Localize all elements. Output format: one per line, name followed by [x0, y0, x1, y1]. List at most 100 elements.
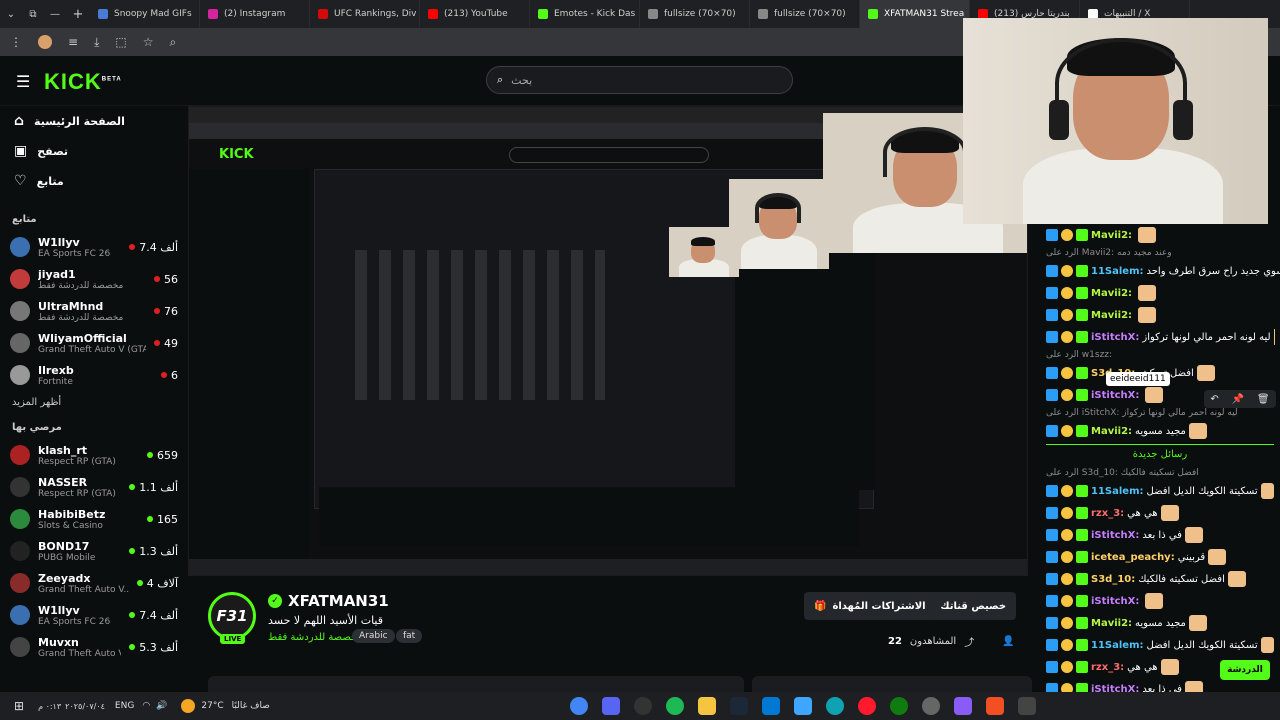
pin-icon[interactable]: 📌: [1232, 394, 1244, 405]
channel-row[interactable]: Ilrexb Fortnite 6: [0, 359, 188, 391]
spotify-icon[interactable]: [665, 697, 684, 715]
chat-message[interactable]: iStitchX: في ذا بعد: [1040, 678, 1280, 692]
chat-username[interactable]: Mavii2:: [1091, 288, 1132, 299]
discord-icon[interactable]: [601, 697, 620, 715]
channel-row[interactable]: NASSER Respect RP (GTA) 1.1 ألف: [0, 471, 188, 503]
channel-row[interactable]: W1llyv EA Sports FC 26 7.4 ألف: [0, 599, 188, 631]
chat-username[interactable]: Mavii2:: [1091, 426, 1132, 437]
chat-username[interactable]: Mavii2:: [1091, 310, 1132, 321]
browser-tab[interactable]: fullsize (70×70): [640, 0, 750, 28]
kick-logo[interactable]: KICKBETA: [44, 69, 122, 95]
wifi-icon[interactable]: ◠: [142, 701, 150, 711]
chat-username[interactable]: 11Salem:: [1091, 640, 1144, 651]
stream-category[interactable]: مخصصة للدردشة فقط: [268, 632, 363, 643]
chat-username[interactable]: icetea_peachy:: [1091, 552, 1175, 563]
chat-username[interactable]: Mavii2:: [1091, 230, 1132, 241]
chat-username[interactable]: iStitchX:: [1091, 332, 1139, 343]
chat-username[interactable]: 11Salem:: [1091, 266, 1144, 277]
search-engine-icon[interactable]: ⌕: [169, 35, 176, 50]
chat-username[interactable]: 11Salem:: [1091, 486, 1144, 497]
stream-video-player[interactable]: KICK: [188, 106, 1028, 576]
tab-grid-icon[interactable]: ⧉: [22, 9, 44, 20]
chat-username[interactable]: iStitchX:: [1091, 684, 1139, 693]
menu-dots-icon[interactable]: ⋮: [10, 35, 22, 49]
chat-message[interactable]: icetea_peachy: قربيني: [1040, 546, 1280, 568]
profile-avatar[interactable]: [38, 35, 52, 49]
chat-message[interactable]: 11Salem: تسكيتة الكويك الديل افضل: [1040, 480, 1280, 502]
channel-row[interactable]: jiyad1 مخصصة للدردشة فقط 56: [0, 263, 188, 295]
channel-avatar[interactable]: F31: [208, 592, 256, 640]
follow-user-icon[interactable]: 👤: [1002, 636, 1014, 647]
chat-message[interactable]: iStitchX:: [1040, 590, 1280, 612]
reading-list-icon[interactable]: ≡: [68, 35, 78, 49]
browser-tab[interactable]: (213) YouTube: [420, 0, 530, 28]
browser-tab[interactable]: UFC Rankings, Div: [310, 0, 420, 28]
nav-item[interactable]: ▣ تصفح: [0, 136, 188, 166]
channel-row[interactable]: klash_rt Respect RP (GTA) 659: [0, 439, 188, 471]
tab-search-icon[interactable]: ⌄: [0, 9, 22, 20]
extensions-icon[interactable]: ⬚: [115, 35, 126, 49]
browser-tab[interactable]: XFATMAN31 Strea: [860, 0, 970, 28]
chat-message[interactable]: S3d_10: افضل تسكيته فالكيك: [1040, 568, 1280, 590]
chat-username[interactable]: S3d_10:: [1091, 574, 1135, 585]
chat-message[interactable]: 11Salem: تسكيتة الكويك الديل افضل: [1040, 634, 1280, 656]
chat-username[interactable]: Mavii2:: [1091, 618, 1132, 629]
chat-message[interactable]: 11Salem:مالعب نصه يسوي جديد راح سرق اطرف…: [1040, 260, 1280, 282]
chat-message[interactable]: Mavii2: مجيد مسويه: [1040, 612, 1280, 634]
chat-message[interactable]: iStitchX: ليه لونه احمر مالي لونها تركواز: [1040, 326, 1280, 348]
share-icon[interactable]: ⤴: [964, 634, 974, 649]
tag-fat[interactable]: fat: [396, 629, 423, 643]
download-icon[interactable]: ⤓: [94, 35, 99, 50]
chat-message[interactable]: Mavii2:: [1040, 224, 1280, 246]
xbox-icon[interactable]: [889, 697, 908, 715]
delete-icon[interactable]: 🗑: [1257, 394, 1270, 405]
channel-row[interactable]: Zeeyadx Grand Theft Auto V... 4 آلاف: [0, 567, 188, 599]
chat-submit-button[interactable]: الدردشة: [1220, 660, 1270, 680]
chat-message[interactable]: iStitchX: في ذا بعد: [1040, 524, 1280, 546]
steam-icon[interactable]: [729, 697, 748, 715]
browser-tab[interactable]: fullsize (70×70): [750, 0, 860, 28]
channel-row[interactable]: W1llyv EA Sports FC 26 7.4 ألف: [0, 231, 188, 263]
hamburger-menu-icon[interactable]: ☰: [16, 72, 30, 91]
nav-item[interactable]: ⌂ الصفحة الرئيسية: [0, 106, 188, 136]
copilot-icon[interactable]: [953, 697, 972, 715]
chat-username[interactable]: rzx_3:: [1091, 508, 1124, 519]
search-input[interactable]: ⌕ بحث: [486, 66, 793, 94]
new-messages-divider[interactable]: رسائل جديدة: [1046, 444, 1274, 464]
search-taskbar-icon[interactable]: [1017, 697, 1036, 715]
browser-tab[interactable]: (2) Instagram: [200, 0, 310, 28]
channel-row[interactable]: UltraMhnd مخصصة للدردشة فقط 76: [0, 295, 188, 327]
gift-subs-button[interactable]: 🎁 الاشتراكات المُهداة: [804, 592, 936, 620]
show-more-link[interactable]: أظهر المزيد: [0, 391, 188, 414]
channel-row[interactable]: MuvxnGrand Theft Auto V... 5.3 ألف: [0, 631, 188, 663]
mail-icon[interactable]: [761, 697, 780, 715]
reply-icon[interactable]: ↶: [1210, 394, 1218, 405]
browser-tab[interactable]: Snoopy Mad GIFs: [90, 0, 200, 28]
nav-item[interactable]: ♡ متابع: [0, 166, 188, 196]
folder-icon[interactable]: [697, 697, 716, 715]
chat-message[interactable]: Mavii2:: [1040, 304, 1280, 326]
channel-row[interactable]: WliyamOfficial Grand Theft Auto V (GTA) 49: [0, 327, 188, 359]
settings-icon[interactable]: [921, 697, 940, 715]
chat-username[interactable]: iStitchX:: [1091, 530, 1139, 541]
tag-arabic[interactable]: Arabic: [352, 629, 395, 643]
browser-tab[interactable]: Emotes - Kick Das: [530, 0, 640, 28]
chat-username[interactable]: iStitchX:: [1091, 390, 1139, 401]
chat-message[interactable]: Mavii2: مجيد مسويه: [1040, 420, 1280, 442]
chat-username[interactable]: rzx_3:: [1091, 662, 1124, 673]
opera-icon[interactable]: [857, 697, 876, 715]
chrome-icon[interactable]: [569, 697, 588, 715]
chat-message[interactable]: rzx_3: هي هي: [1040, 502, 1280, 524]
tab-minimize-icon[interactable]: —: [44, 9, 66, 20]
bookmark-star-icon[interactable]: ☆: [143, 35, 154, 49]
edge-icon[interactable]: [825, 697, 844, 715]
chat-message[interactable]: Mavii2:: [1040, 282, 1280, 304]
lang-indicator[interactable]: ENG: [115, 701, 134, 711]
channel-name[interactable]: XFATMAN31: [288, 592, 389, 610]
channel-row[interactable]: BOND17 PUBG Mobile 1.3 ألف: [0, 535, 188, 567]
obs-icon[interactable]: [633, 697, 652, 715]
chat-username[interactable]: iStitchX:: [1091, 596, 1139, 607]
volume-icon[interactable]: 🔊: [156, 701, 167, 711]
start-icon[interactable]: ⊞: [14, 699, 24, 713]
new-tab-icon[interactable]: +: [66, 7, 90, 22]
